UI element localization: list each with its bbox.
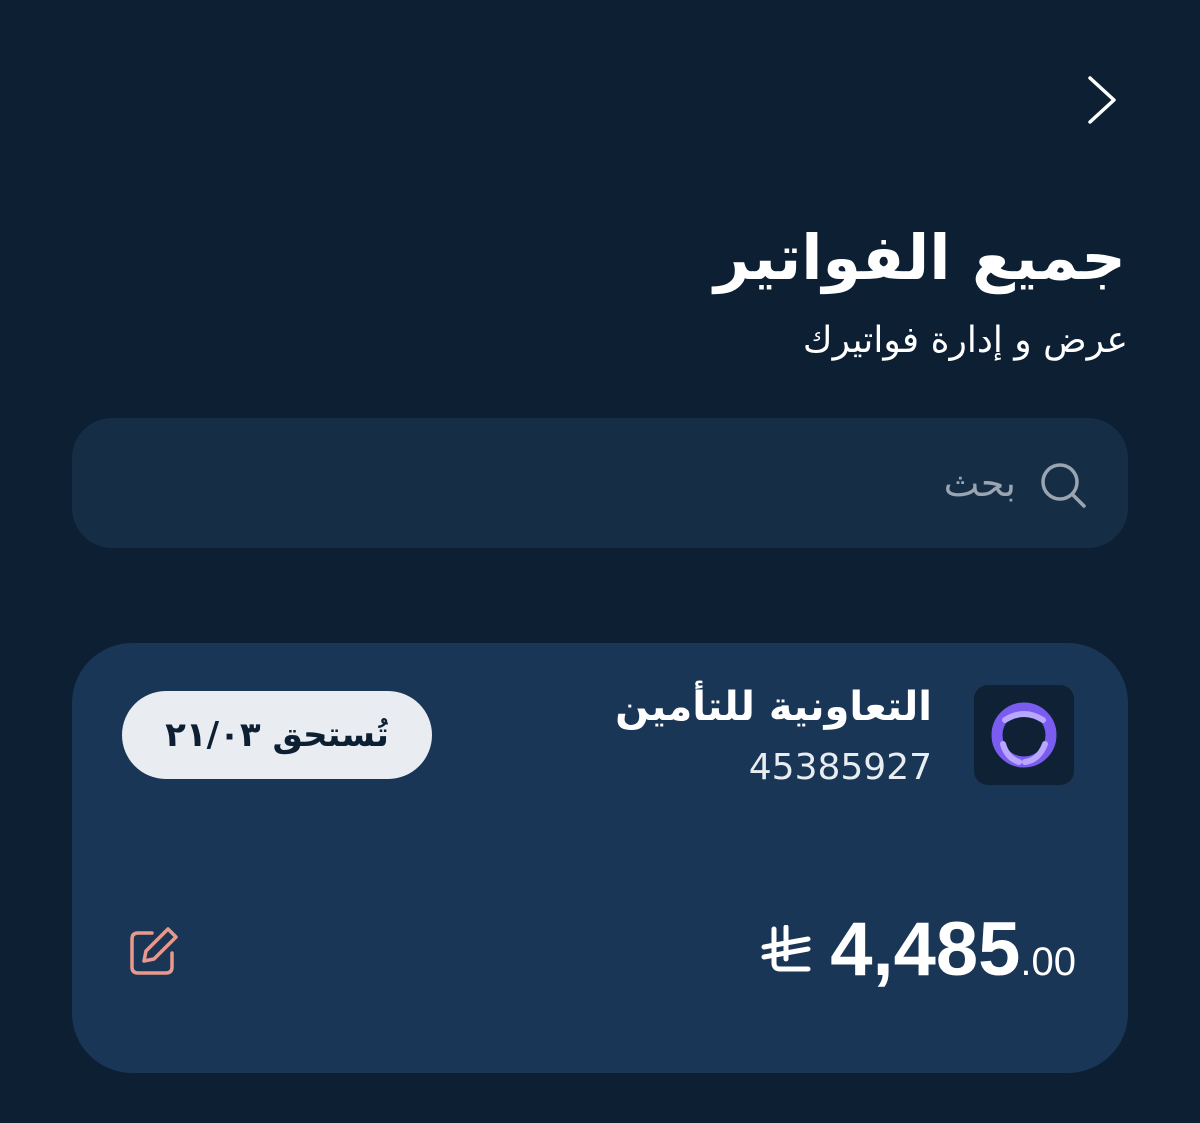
company-logo	[974, 685, 1074, 785]
back-button[interactable]	[1074, 72, 1130, 128]
due-date-badge: تُستحق ٢١/٠٣	[122, 691, 432, 779]
tawuniya-logo-icon	[991, 702, 1057, 768]
amount-decimals: .00	[1020, 940, 1076, 984]
chevron-right-icon	[1088, 76, 1116, 124]
invoices-screen: جميع الفواتير عرض و إدارة فواتيرك التعاو…	[0, 0, 1200, 1123]
saudi-riyal-icon	[761, 925, 811, 972]
invoice-amount: 4,485 .00	[760, 905, 1076, 995]
page-title: جميع الفواتير	[714, 221, 1126, 294]
search-icon	[1041, 463, 1086, 508]
edit-icon	[130, 927, 178, 975]
invoice-card[interactable]: التعاونية للتأمين 45385927 تُستحق ٢١/٠٣ …	[72, 643, 1128, 1073]
search-input[interactable]	[136, 448, 1016, 518]
amount-value: 4,485	[830, 907, 1021, 992]
edit-button[interactable]	[126, 923, 182, 979]
account-number: 45385927	[748, 747, 932, 788]
page-subtitle: عرض و إدارة فواتيرك	[802, 320, 1128, 361]
company-name: التعاونية للتأمين	[615, 684, 932, 730]
search-bar[interactable]	[72, 418, 1128, 548]
